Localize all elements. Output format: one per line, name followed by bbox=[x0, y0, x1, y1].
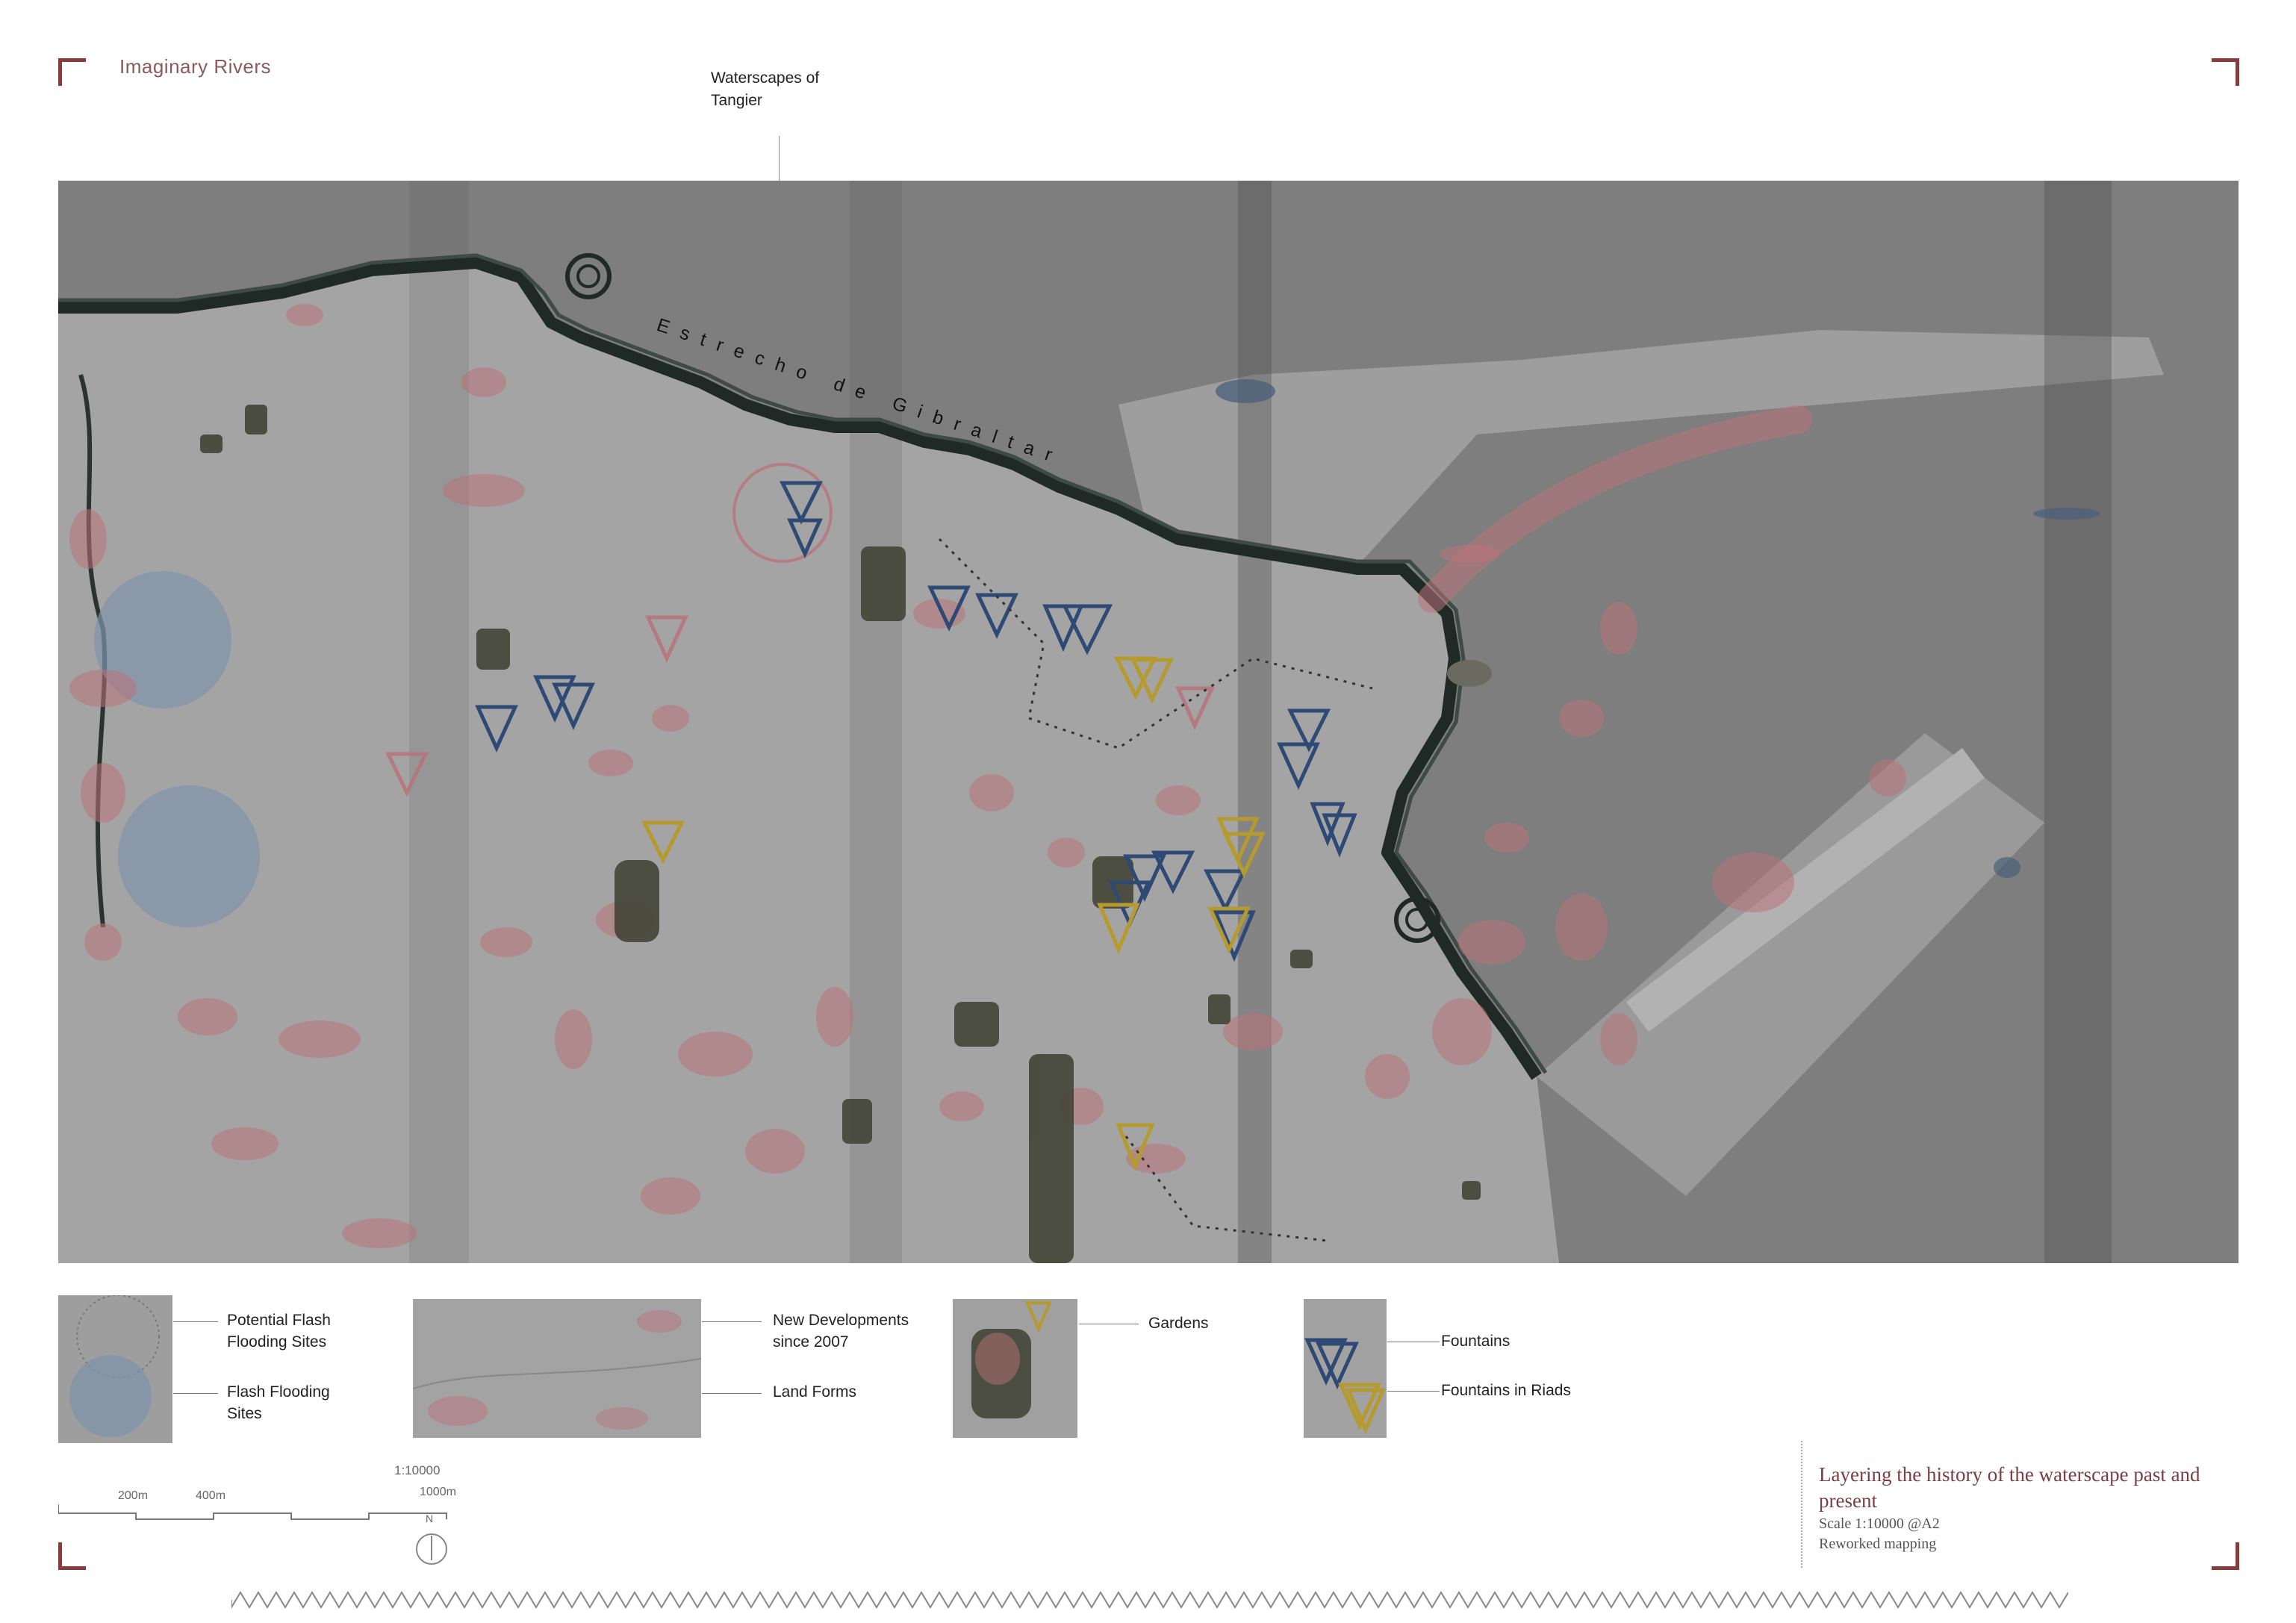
scale-label-200: 200m bbox=[118, 1489, 149, 1502]
legend-potential-flooding: Potential Flash Flooding Sites bbox=[227, 1312, 331, 1351]
sheet-title-line-1: Waterscapes of bbox=[711, 69, 820, 87]
legend-thumb-fountains bbox=[1304, 1299, 1387, 1438]
caption-title: Layering the history of the waterscape p… bbox=[1819, 1463, 2200, 1512]
legend-new-developments: New Developments since 2007 bbox=[773, 1312, 909, 1351]
zigzag-ornament bbox=[231, 1591, 2068, 1609]
legend-fountains-riads: Fountains in Riads bbox=[1441, 1382, 1571, 1399]
legend-leader bbox=[173, 1393, 218, 1394]
scale-ratio: 1:10000 bbox=[394, 1463, 441, 1477]
sheet-title-leader bbox=[779, 136, 780, 181]
north-label: N bbox=[426, 1513, 434, 1524]
frame-corner-bottom-left bbox=[58, 1542, 86, 1570]
map-canvas: Estrecho de Gibraltar bbox=[58, 181, 2239, 1263]
kasbah-point bbox=[1447, 660, 1492, 687]
water-spot-2 bbox=[2033, 508, 2100, 520]
flood-site-2 bbox=[118, 785, 260, 927]
water-spot-3 bbox=[1994, 857, 2020, 878]
frame-corner-top-right bbox=[2212, 58, 2239, 86]
legend-land-forms: Land Forms bbox=[773, 1383, 857, 1401]
legend-fountains: Fountains bbox=[1441, 1333, 1511, 1350]
frame-corner-top-left bbox=[58, 58, 86, 86]
caption-block: Layering the history of the waterscape p… bbox=[1819, 1462, 2237, 1554]
overlay-band-1 bbox=[409, 181, 469, 1263]
legend-gardens: Gardens bbox=[1148, 1315, 1209, 1332]
north-arrow-icon bbox=[416, 1533, 447, 1565]
scale-label-400: 400m bbox=[196, 1489, 226, 1502]
legend-leader bbox=[702, 1321, 762, 1322]
legend-leader bbox=[702, 1393, 762, 1394]
caption-note: Reworked mapping bbox=[1819, 1536, 1937, 1552]
project-title: Imaginary Rivers bbox=[119, 55, 272, 78]
sheet-title: Waterscapes of Tangier bbox=[711, 67, 860, 112]
overlay-band-4 bbox=[2044, 181, 2112, 1263]
legend-leader bbox=[173, 1321, 218, 1322]
scale-label-1000: 1000m bbox=[420, 1486, 456, 1498]
legend-thumb-gardens bbox=[953, 1299, 1077, 1438]
caption-rule bbox=[1801, 1441, 1802, 1568]
overlay-band-3 bbox=[1238, 181, 1272, 1263]
legend-thumb-landforms bbox=[413, 1299, 701, 1438]
legend-thumb-flooding bbox=[58, 1295, 172, 1443]
water-spot-1 bbox=[1216, 379, 1275, 403]
map-svg: Estrecho de Gibraltar bbox=[58, 181, 2239, 1263]
caption-scale: Scale 1:10000 @A2 bbox=[1819, 1515, 1940, 1532]
legend-flooding-sites: Flash Flooding Sites bbox=[227, 1383, 330, 1422]
legend-leader bbox=[1387, 1391, 1440, 1392]
sheet-title-line-2: Tangier bbox=[711, 92, 762, 109]
